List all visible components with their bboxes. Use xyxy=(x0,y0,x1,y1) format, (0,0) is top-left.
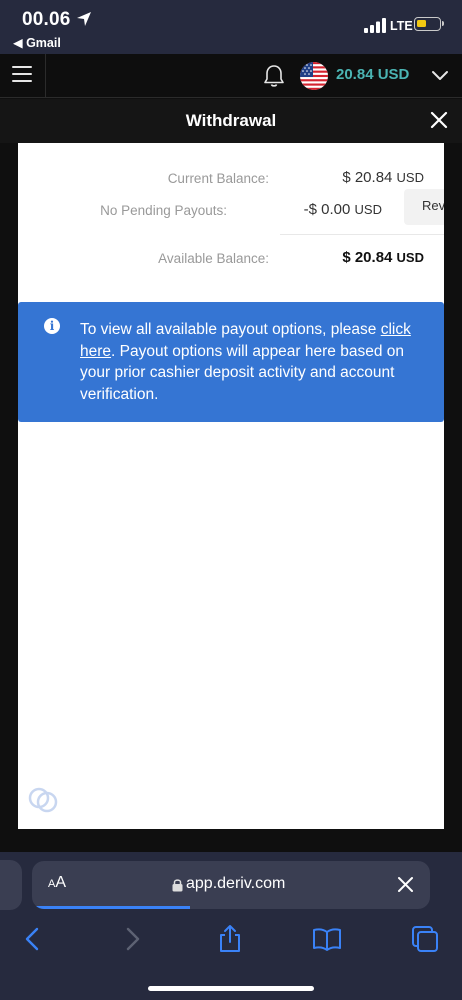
payout-info-banner: i To view all available payout options, … xyxy=(18,302,444,422)
current-balance-row: Current Balance: $ 20.84 USD xyxy=(18,167,444,191)
bookmarks-icon[interactable] xyxy=(312,924,342,954)
page-load-progress xyxy=(32,906,190,909)
live-chat-logo-icon[interactable] xyxy=(26,783,60,817)
status-bar: 00.06 ◀ Gmail LTE xyxy=(0,0,462,54)
close-icon[interactable] xyxy=(429,110,449,130)
page-title: Withdrawal xyxy=(185,111,277,130)
location-arrow-icon xyxy=(77,12,91,26)
text-size-button[interactable]: AA xyxy=(48,874,66,892)
balance-divider xyxy=(280,234,444,235)
info-icon: i xyxy=(44,318,60,334)
pending-payouts-label: No Pending Payouts: xyxy=(100,203,227,218)
available-balance-value: $ 20.84 USD xyxy=(342,249,424,266)
account-balance[interactable]: 20.84 USD xyxy=(336,66,409,83)
current-balance-label: Current Balance: xyxy=(167,171,269,186)
review-button[interactable]: Rev xyxy=(404,189,444,225)
tabs-icon[interactable] xyxy=(410,924,440,954)
share-icon[interactable] xyxy=(215,924,245,954)
menu-icon[interactable] xyxy=(12,66,32,82)
us-flag-icon[interactable] xyxy=(300,62,328,90)
back-arrow-icon[interactable] xyxy=(18,924,48,954)
available-balance-row: Available Balance: $ 20.84 USD xyxy=(18,247,444,271)
battery-icon xyxy=(414,17,444,31)
lock-icon xyxy=(172,879,183,892)
address-bar[interactable]: AA app.deriv.com xyxy=(32,861,430,909)
app-header: 20.84 USD xyxy=(0,54,462,98)
withdrawal-header: Withdrawal xyxy=(0,99,462,143)
back-to-app-link[interactable]: ◀ Gmail xyxy=(13,35,61,50)
header-divider xyxy=(45,54,46,98)
pending-payouts-row: No Pending Payouts: -$ 0.00 USD xyxy=(18,199,444,223)
forward-arrow-icon[interactable] xyxy=(117,924,147,954)
current-balance-value: $ 20.84 USD xyxy=(342,169,424,186)
pending-payouts-value: -$ 0.00 USD xyxy=(303,201,382,218)
url-text[interactable]: app.deriv.com xyxy=(186,875,285,893)
status-time: 00.06 xyxy=(22,9,71,30)
stop-loading-icon[interactable] xyxy=(396,875,415,894)
previous-tab-peek[interactable] xyxy=(0,860,22,910)
home-indicator xyxy=(148,986,314,991)
signal-bars-icon xyxy=(364,18,386,33)
available-balance-label: Available Balance: xyxy=(158,251,269,266)
bell-icon[interactable] xyxy=(262,63,286,89)
browser-toolbar: AA app.deriv.com xyxy=(0,852,462,1000)
network-type: LTE xyxy=(390,19,413,33)
withdrawal-panel: Current Balance: $ 20.84 USD No Pending … xyxy=(18,143,444,829)
chevron-down-icon[interactable] xyxy=(430,66,450,86)
payout-info-text: To view all available payout options, pl… xyxy=(80,321,411,403)
